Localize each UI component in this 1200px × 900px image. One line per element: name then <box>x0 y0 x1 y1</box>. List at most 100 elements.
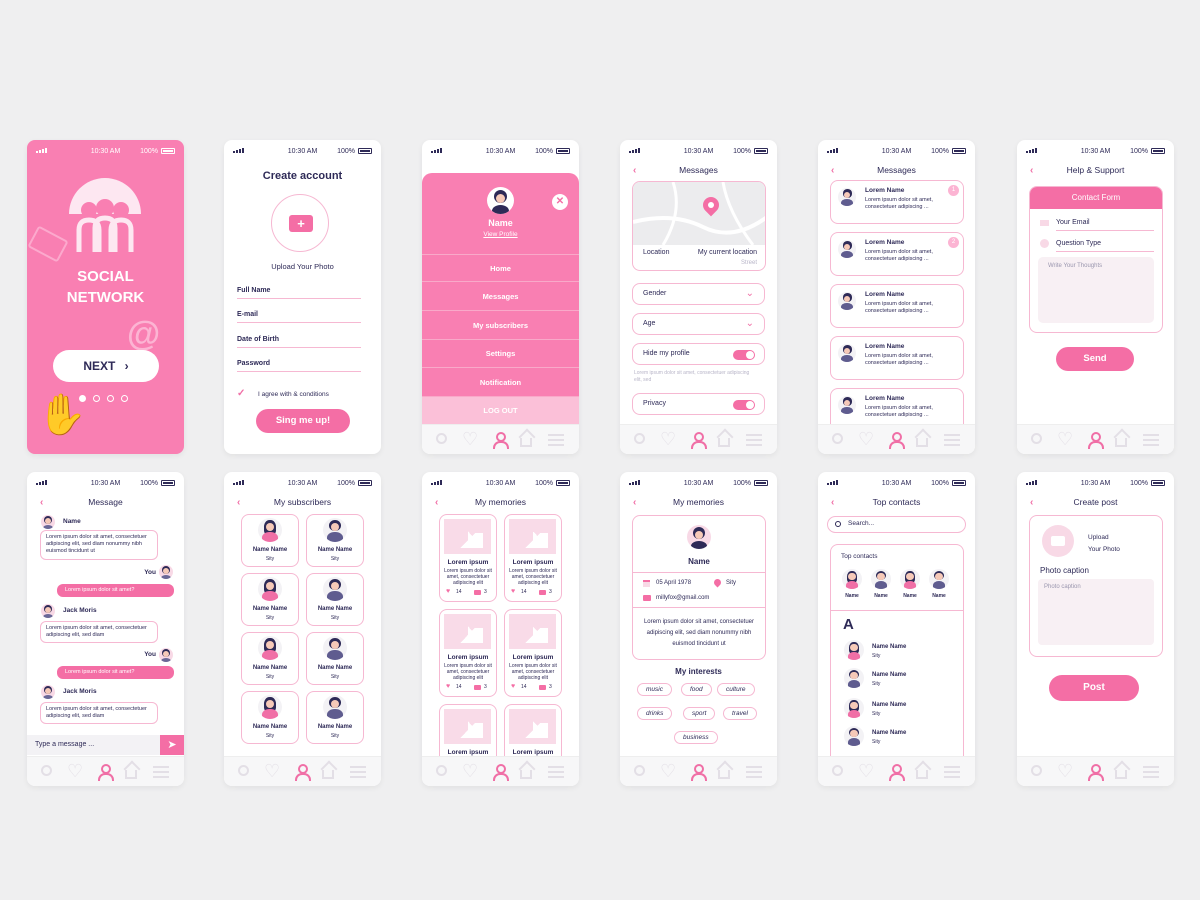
interest-tag[interactable]: culture <box>717 683 755 696</box>
send-button[interactable]: Send <box>1056 347 1134 371</box>
menu-icon[interactable] <box>944 766 960 778</box>
memory-card[interactable]: Lorem ipsumLorem ipsum dolor sit amet, c… <box>439 514 497 602</box>
interest-tag[interactable]: food <box>681 683 712 696</box>
memory-card[interactable]: Lorem ipsumLorem ipsum dolor sit amet, c… <box>439 704 497 756</box>
interest-tag[interactable]: business <box>674 731 718 744</box>
user-icon[interactable] <box>888 432 905 449</box>
menu-icon[interactable] <box>1143 766 1159 778</box>
sign-up-button[interactable]: Sing me up! <box>256 409 350 433</box>
upload-photo-button[interactable] <box>1042 525 1074 557</box>
heart-icon[interactable]: ♡ <box>1057 430 1073 448</box>
user-icon[interactable] <box>888 764 905 781</box>
contact-row[interactable]: Name Name Sity <box>841 698 957 722</box>
user-icon[interactable] <box>492 432 509 449</box>
heart-icon[interactable]: ♥ <box>511 588 515 595</box>
search-icon[interactable] <box>634 433 645 444</box>
user-icon[interactable] <box>690 432 707 449</box>
subscriber-card[interactable]: Name Name Sity <box>241 691 299 744</box>
post-button[interactable]: Post <box>1049 675 1139 701</box>
view-profile-link[interactable]: View Profile <box>422 231 579 238</box>
next-button[interactable]: NEXT › <box>53 350 159 382</box>
heart-icon[interactable]: ♡ <box>858 762 874 780</box>
search-icon[interactable] <box>238 765 249 776</box>
menu-icon[interactable] <box>944 434 960 446</box>
thoughts-textarea[interactable]: Write Your Thoughts <box>1038 257 1154 323</box>
dob-field[interactable]: Date of Birth <box>237 336 361 348</box>
email-field[interactable]: E-mail <box>237 311 361 323</box>
message-input[interactable]: Type a message ... <box>27 735 160 755</box>
subscriber-card[interactable]: Name Name Sity <box>306 514 364 567</box>
user-icon[interactable] <box>1087 432 1104 449</box>
search-icon[interactable] <box>436 433 447 444</box>
message-item[interactable]: Lorem Name Lorem ipsum dolor sit amet, co… <box>830 336 964 380</box>
logout-button[interactable]: LOG OUT <box>422 397 579 424</box>
password-field[interactable]: Password <box>237 360 361 372</box>
heart-icon[interactable]: ♡ <box>1057 762 1073 780</box>
comment-icon[interactable] <box>539 590 546 595</box>
menu-item-messages[interactable]: Messages <box>422 283 579 311</box>
privacy-toggle[interactable] <box>733 400 755 410</box>
search-icon[interactable] <box>832 433 843 444</box>
contact-row[interactable]: Name Name Sity <box>841 726 957 750</box>
heart-icon[interactable]: ♡ <box>264 762 280 780</box>
comment-icon[interactable] <box>474 590 481 595</box>
menu-item-home[interactable]: Home <box>422 254 579 282</box>
menu-item-subscribers[interactable]: My subscribers <box>422 312 579 340</box>
search-icon[interactable] <box>41 765 52 776</box>
interest-tag[interactable]: travel <box>723 707 757 720</box>
email-input[interactable]: Your Email <box>1056 219 1154 231</box>
search-icon[interactable] <box>1031 433 1042 444</box>
home-icon[interactable] <box>1115 438 1127 447</box>
message-item[interactable]: Lorem Name Lorem ipsum dolor sit amet, co… <box>830 180 964 224</box>
close-icon[interactable]: ✕ <box>552 194 568 210</box>
subscriber-card[interactable]: Name Name Sity <box>306 632 364 685</box>
memory-card[interactable]: Lorem ipsumLorem ipsum dolor sit amet, c… <box>504 609 562 697</box>
interest-tag[interactable]: sport <box>683 707 716 720</box>
contact-row[interactable]: Name Name Sity <box>841 668 957 692</box>
question-type-select[interactable]: Question Type <box>1056 240 1154 252</box>
interest-tag[interactable]: music <box>637 683 672 696</box>
menu-icon[interactable] <box>548 434 564 446</box>
search-icon[interactable] <box>832 765 843 776</box>
home-icon[interactable] <box>718 438 730 447</box>
memory-card[interactable]: Lorem ipsumLorem ipsum dolor sit amet, c… <box>439 609 497 697</box>
home-icon[interactable] <box>916 770 928 779</box>
gender-select[interactable]: Gender ⌄ <box>632 283 765 305</box>
heart-icon[interactable]: ♡ <box>67 762 83 780</box>
interest-tag[interactable]: drinks <box>637 707 673 720</box>
menu-item-notification[interactable]: Notification <box>422 369 579 397</box>
contact-row[interactable]: Name Name Sity <box>841 640 957 664</box>
heart-icon[interactable]: ♥ <box>446 588 450 595</box>
search-input[interactable]: Search... <box>827 516 966 533</box>
search-icon[interactable] <box>436 765 447 776</box>
menu-icon[interactable] <box>548 766 564 778</box>
upload-photo-button[interactable]: + <box>271 194 329 252</box>
heart-icon[interactable]: ♡ <box>462 430 478 448</box>
message-item[interactable]: Lorem Name Lorem ipsum dolor sit amet, co… <box>830 232 964 276</box>
comment-icon[interactable] <box>474 685 481 690</box>
heart-icon[interactable]: ♡ <box>660 430 676 448</box>
menu-icon[interactable] <box>350 766 366 778</box>
subscriber-card[interactable]: Name Name Sity <box>241 573 299 626</box>
user-icon[interactable] <box>294 764 311 781</box>
home-icon[interactable] <box>718 770 730 779</box>
heart-icon[interactable]: ♥ <box>446 683 450 690</box>
subscriber-card[interactable]: Name Name Sity <box>306 691 364 744</box>
menu-icon[interactable] <box>746 434 762 446</box>
heart-icon[interactable]: ♡ <box>858 430 874 448</box>
home-icon[interactable] <box>916 438 928 447</box>
heart-icon[interactable]: ♡ <box>660 762 676 780</box>
search-icon[interactable] <box>634 765 645 776</box>
age-select[interactable]: Age ⌄ <box>632 313 765 335</box>
heart-icon[interactable]: ♡ <box>462 762 478 780</box>
home-icon[interactable] <box>125 770 137 779</box>
search-icon[interactable] <box>1031 765 1042 776</box>
user-icon[interactable] <box>492 764 509 781</box>
subscriber-card[interactable]: Name Name Sity <box>241 632 299 685</box>
agree-checkbox[interactable]: ✓ <box>237 388 245 399</box>
caption-textarea[interactable]: Photo caption <box>1038 579 1154 645</box>
subscriber-card[interactable]: Name Name Sity <box>306 573 364 626</box>
user-icon[interactable] <box>690 764 707 781</box>
home-icon[interactable] <box>520 438 532 447</box>
hide-profile-toggle[interactable] <box>733 350 755 360</box>
